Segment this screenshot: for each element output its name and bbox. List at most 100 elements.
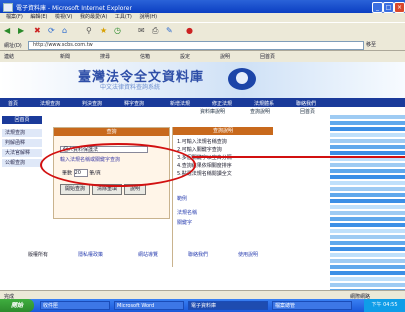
decor-stripe	[330, 259, 405, 263]
favorites-icon[interactable]: ★	[100, 25, 107, 37]
edit-icon[interactable]: ✎	[166, 25, 173, 37]
nav-item[interactable]: 聯絡我們	[296, 100, 316, 107]
window-title: 電子資料庫 - Microsoft Internet Explorer	[16, 5, 132, 12]
help-panel: 查詢說明 1.可輸入法規名稱查詢 2.可輸入關鍵字查詢 3.多個關鍵字以空白分隔…	[172, 127, 273, 267]
sidebar-item[interactable]: 公報查詢	[2, 159, 42, 167]
decor-stripe	[330, 271, 405, 275]
decor-stripe	[330, 169, 405, 173]
address-bar: 網址(D) http://www.scbs.com.tw 移至	[0, 40, 405, 51]
decor-stripe	[330, 187, 405, 191]
nav-item[interactable]: 首頁	[8, 100, 18, 107]
minimize-button[interactable]: _	[372, 2, 383, 13]
link-item[interactable]: 說明	[220, 53, 230, 60]
decor-stripe	[330, 229, 405, 233]
site-banner: 臺灣法令全文資料庫 中文法律資料查詢系統	[0, 62, 405, 98]
help-link[interactable]: 法規名稱	[177, 209, 197, 216]
mail-icon[interactable]: ✉	[138, 25, 145, 37]
decor-stripe	[330, 205, 405, 209]
home-icon[interactable]: ⌂	[62, 25, 67, 37]
link-item[interactable]: 信箱	[140, 53, 150, 60]
annotation-line	[192, 156, 405, 158]
decor-stripe	[330, 223, 405, 227]
sidebar-item[interactable]: 法規查詢	[2, 129, 42, 137]
page-footer: 版權所有 隱私權政策 網站導覽 聯絡我們 使用說明	[28, 251, 328, 259]
nav-item[interactable]: 法規查詢	[40, 100, 60, 107]
subnav-item[interactable]: 回首頁	[300, 108, 315, 115]
start-button[interactable]: 開始	[0, 299, 34, 312]
decor-stripe	[330, 133, 405, 137]
link-item[interactable]: 回首頁	[260, 53, 275, 60]
decor-stripe	[330, 181, 405, 185]
messenger-icon[interactable]: ●	[186, 25, 193, 37]
close-button[interactable]: ×	[394, 2, 405, 13]
window-titlebar: 電子資料庫 - Microsoft Internet Explorer _ □ …	[0, 0, 405, 13]
browser-icon	[3, 3, 13, 12]
taskbar: 開始 收件匣 Microsoft Word 電子資料庫 檔案總管 下午 04:5…	[0, 299, 405, 312]
maximize-button[interactable]: □	[383, 2, 394, 13]
site-navbar: 首頁 法規查詢 判決查詢 釋字查詢 新增法規 修正法規 法規體系 聯絡我們	[0, 98, 405, 107]
annotation-ellipse	[40, 143, 196, 187]
menu-bar: 檔案(F) 編輯(E) 檢視(V) 我的最愛(A) 工具(T) 說明(H)	[0, 13, 405, 22]
subnav-item[interactable]: 資料庫說明	[200, 108, 225, 115]
sidebar-home[interactable]: 回首頁	[2, 116, 42, 124]
footer-link[interactable]: 聯絡我們	[188, 251, 208, 258]
decor-stripe	[330, 247, 405, 251]
link-item[interactable]: 搜尋	[100, 53, 110, 60]
footer-link[interactable]: 使用說明	[238, 251, 258, 258]
menu-file[interactable]: 檔案(F)	[6, 13, 23, 22]
taskbar-item[interactable]: 檔案總管	[272, 301, 352, 310]
menu-tools[interactable]: 工具(T)	[115, 13, 132, 22]
decor-stripe	[330, 283, 405, 287]
footer-link[interactable]: 隱私權政策	[78, 251, 103, 258]
subnav-item[interactable]: 查詢說明	[250, 108, 270, 115]
print-icon[interactable]: ⎙	[152, 25, 158, 37]
decor-stripe	[330, 253, 405, 257]
nav-item[interactable]: 釋字查詢	[124, 100, 144, 107]
refresh-icon[interactable]: ⟳	[48, 25, 55, 37]
decor-stripe	[330, 145, 405, 149]
menu-view[interactable]: 檢視(V)	[55, 13, 72, 22]
help-link[interactable]: 範例	[177, 195, 187, 202]
address-input[interactable]: http://www.scbs.com.tw	[28, 41, 364, 50]
taskbar-clock: 下午 04:55	[364, 299, 405, 312]
nav-item[interactable]: 新增法規	[170, 100, 190, 107]
sub-navbar: 資料庫說明 查詢說明 回首頁	[0, 107, 405, 115]
help-header: 查詢說明	[173, 127, 273, 135]
nav-item[interactable]: 修正法規	[212, 100, 232, 107]
decor-stripe	[330, 139, 405, 143]
search-icon[interactable]: ⚲	[86, 25, 92, 37]
decor-stripe	[330, 277, 405, 281]
form-header: 查詢	[54, 128, 169, 136]
decor-stripe	[330, 199, 405, 203]
back-icon[interactable]: ◀	[4, 25, 10, 37]
help-link[interactable]: 關鍵字	[177, 219, 192, 226]
nav-item[interactable]: 判決查詢	[82, 100, 102, 107]
menu-help[interactable]: 說明(H)	[139, 13, 157, 22]
menu-edit[interactable]: 編輯(E)	[30, 13, 47, 22]
decor-stripe	[330, 127, 405, 131]
sidebar-item[interactable]: 判解函釋	[2, 139, 42, 147]
forward-icon[interactable]: ▶	[18, 25, 24, 37]
decor-stripe	[330, 217, 405, 221]
decor-stripe	[330, 115, 405, 119]
link-item[interactable]: 設定	[180, 53, 190, 60]
search-button[interactable]: 開始查詢	[60, 184, 90, 195]
address-label: 網址(D)	[4, 43, 22, 49]
sidebar-item[interactable]: 大法官解釋	[2, 149, 42, 157]
link-item[interactable]: 新聞	[60, 53, 70, 60]
history-icon[interactable]: ◷	[114, 25, 121, 37]
nav-item[interactable]: 法規體系	[254, 100, 274, 107]
footer-link[interactable]: 網站導覽	[138, 251, 158, 258]
menu-favorites[interactable]: 我的最愛(A)	[80, 13, 107, 22]
decor-stripe	[330, 121, 405, 125]
decor-stripe	[330, 241, 405, 245]
taskbar-item[interactable]: Microsoft Word	[114, 301, 184, 310]
footer-text: 版權所有	[28, 252, 49, 258]
help-line: 1.可輸入法規名稱查詢	[177, 139, 227, 145]
taskbar-item-active[interactable]: 電子資料庫	[188, 301, 268, 310]
go-button[interactable]: 移至	[366, 41, 376, 48]
stop-icon[interactable]: ✖	[34, 25, 41, 37]
decor-stripe	[330, 193, 405, 197]
taskbar-item[interactable]: 收件匣	[40, 301, 110, 310]
browser-toolbar: ◀ ▶ ✖ ⟳ ⌂ ⚲ ★ ◷ ✉ ⎙ ✎ ●	[0, 22, 405, 41]
